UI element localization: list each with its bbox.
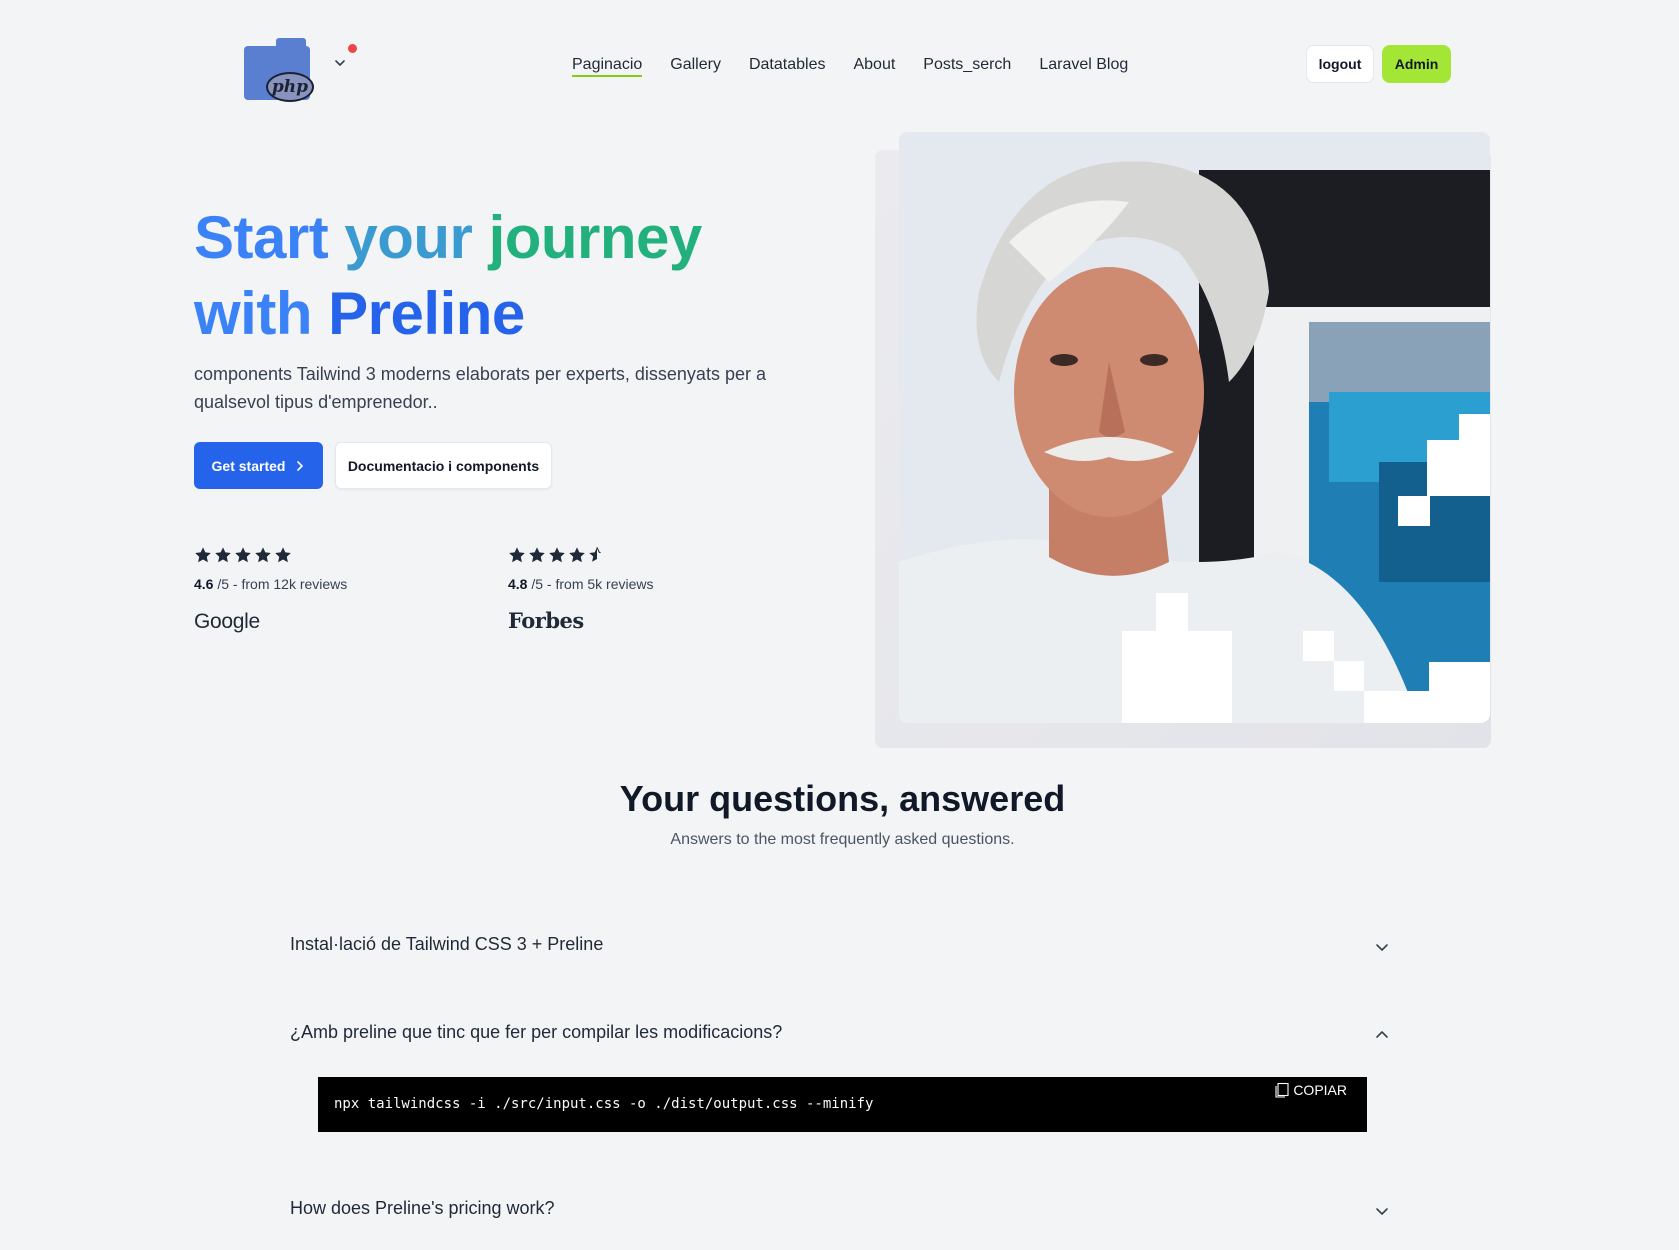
review-google: 4.6 /5 - from 12k reviews Google [194,546,347,634]
chevron-down-icon [1376,944,1388,951]
faq-item[interactable]: Instal·lació de Tailwind CSS 3 + Preline [290,932,1390,962]
forbes-logo: Forbes [508,608,584,633]
nav-item-posts-serch[interactable]: Posts_serch [923,52,1011,78]
nav-item-about[interactable]: About [853,52,895,78]
main-nav: Paginacio Gallery Datatables About Posts… [572,52,1156,78]
star-half-icon [589,547,601,562]
hero-title-word: Preline [328,280,525,347]
faq-question: Instal·lació de Tailwind CSS 3 + Preline [290,934,604,954]
get-started-button[interactable]: Get started [194,442,323,489]
get-started-label: Get started [211,457,286,474]
chevron-up-icon [1376,1031,1388,1038]
star-icon [195,547,211,563]
hero-title: Start your journey with Preline [194,200,814,352]
notification-dot [348,44,357,53]
star-rating [508,546,654,566]
copy-icon [1275,1082,1289,1098]
rating-text: 4.8 /5 - from 5k reviews [508,576,654,592]
copy-button[interactable]: COPIAR [1274,1082,1347,1098]
hero-subtitle: components Tailwind 3 moderns elaborats … [194,364,766,412]
rating-score: 4.8 [508,576,528,592]
star-icon [255,547,271,563]
logout-button[interactable]: logout [1306,45,1374,83]
star-icon [509,547,525,563]
faq-item[interactable]: ¿Amb preline que tinc que fer per compil… [290,1020,1390,1050]
chevron-down-icon[interactable] [333,56,347,70]
site-header: php Paginacio Gallery Datatables About P… [0,0,1679,130]
star-icon [275,547,291,563]
star-icon [529,547,545,563]
hero-title-word: journey [488,204,703,271]
code-block: npx tailwindcss -i ./src/input.css -o ./… [318,1077,1367,1132]
admin-button[interactable]: Admin [1382,45,1451,83]
rating-suffix: /5 - from 12k reviews [213,576,348,592]
star-icon [235,547,251,563]
faq-question: How does Preline's pricing work? [290,1198,555,1218]
php-logo[interactable]: php [244,36,314,102]
nav-item-datatables[interactable]: Datatables [749,52,826,78]
star-icon [549,547,565,563]
faq-item[interactable]: How does Preline's pricing work? [290,1196,1390,1226]
star-icon [569,547,585,563]
php-logo-text: php [266,72,314,102]
star-rating [194,546,347,566]
faq-subtitle: Answers to the most frequently asked que… [670,831,1015,848]
faq-title: Your questions, answered [619,778,1066,819]
hero-title-word: Start [194,204,329,271]
nav-item-paginacio[interactable]: Paginacio [572,52,643,78]
rating-text: 4.6 /5 - from 12k reviews [194,576,347,592]
hero-portrait-image [899,132,1490,723]
rating-score: 4.6 [194,576,214,592]
hero-title-word: your [344,204,473,271]
chevron-right-icon [297,460,304,471]
portrait-illustration [899,132,1490,723]
rating-suffix: /5 - from 5k reviews [527,576,654,592]
nav-item-laravel-blog[interactable]: Laravel Blog [1039,52,1128,78]
faq-question: ¿Amb preline que tinc que fer per compil… [290,1022,783,1042]
google-logo: Google [194,610,260,633]
documentation-button[interactable]: Documentacio i components [335,442,552,489]
copy-label: COPIAR [1293,1082,1347,1098]
chevron-down-icon [1376,1208,1388,1215]
code-command: npx tailwindcss -i ./src/input.css -o ./… [334,1096,874,1112]
hero-title-word: with [194,280,312,347]
nav-item-gallery[interactable]: Gallery [670,52,721,78]
review-forbes: 4.8 /5 - from 5k reviews Forbes [508,546,654,633]
star-icon [215,547,231,563]
